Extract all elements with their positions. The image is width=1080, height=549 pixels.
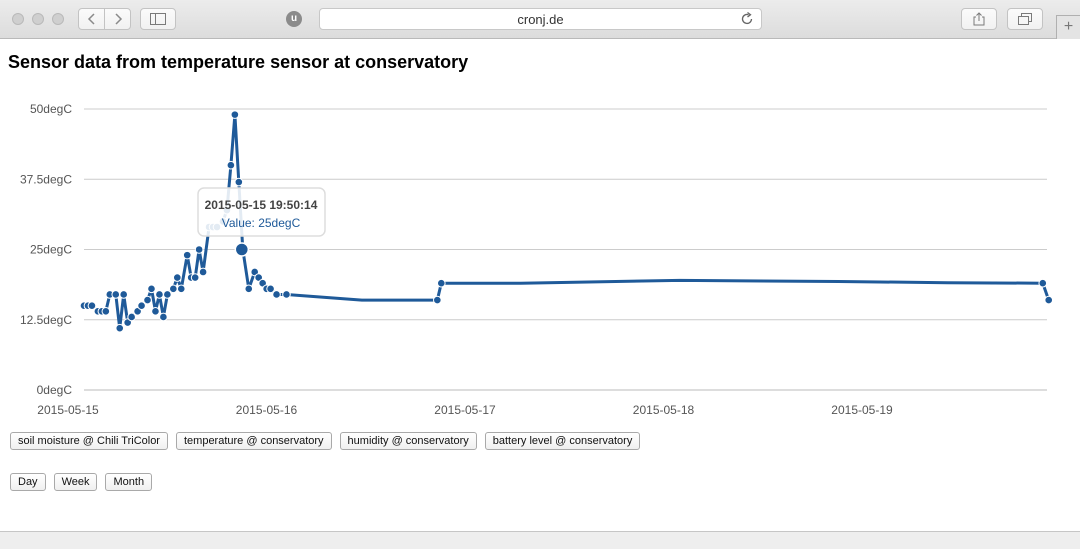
sensor-button-soil-moisture[interactable]: soil moisture @ Chili TriColor — [10, 432, 168, 450]
sensor-button-temperature[interactable]: temperature @ conservatory — [175, 432, 332, 450]
data-point — [272, 290, 281, 299]
data-point — [115, 323, 125, 333]
x-tick-label: 2015-05-16 — [236, 403, 298, 417]
data-point — [234, 177, 244, 187]
extension-u-icon[interactable]: u — [286, 11, 302, 27]
data-point — [119, 290, 128, 299]
share-icon — [973, 12, 985, 26]
y-tick-label: 12.5degC — [20, 313, 72, 327]
data-point — [182, 250, 192, 260]
data-point — [433, 295, 442, 305]
tabs-button[interactable] — [1007, 8, 1043, 30]
data-point — [147, 284, 156, 294]
data-point — [244, 284, 254, 294]
address-bar[interactable]: cronj.de — [319, 8, 762, 30]
x-tick-label: 2015-05-17 — [434, 403, 496, 417]
data-point — [437, 278, 446, 288]
data-point — [226, 160, 236, 170]
data-point — [190, 273, 200, 282]
sensor-button-humidity[interactable]: humidity @ conservatory — [339, 432, 477, 450]
new-tab-button[interactable]: + — [1056, 15, 1080, 39]
data-point — [1044, 295, 1054, 305]
tooltip-value: Value: 25degC — [222, 216, 301, 230]
y-tick-label: 25degC — [30, 243, 72, 257]
data-point — [87, 301, 97, 310]
chevron-right-icon — [114, 13, 122, 25]
data-point — [230, 110, 240, 119]
page-title: Sensor data from temperature sensor at c… — [8, 52, 469, 72]
url-text: cronj.de — [517, 12, 564, 27]
data-point — [163, 290, 172, 299]
range-button-day[interactable]: Day — [10, 473, 46, 491]
tabs-icon — [1018, 13, 1032, 25]
reload-icon[interactable] — [741, 12, 754, 26]
y-tick-label: 37.5degC — [20, 172, 72, 186]
data-point — [155, 290, 164, 299]
sidebar-icon — [150, 13, 166, 25]
data-point — [143, 295, 152, 305]
range-button-week[interactable]: Week — [53, 473, 98, 491]
data-point — [198, 267, 208, 277]
data-point — [1038, 278, 1048, 288]
plus-icon: + — [1063, 18, 1074, 35]
x-tick-label: 2015-05-18 — [633, 403, 695, 417]
minimize-window-button[interactable] — [32, 13, 44, 25]
data-point — [101, 307, 111, 316]
data-point — [282, 290, 291, 299]
y-tick-label: 50degC — [30, 102, 72, 116]
temperature-chart: 0degC 12.5degC 25degC 37.5degC 50degC 2015-05… — [20, 102, 1054, 417]
y-tick-label: 0degC — [37, 383, 73, 397]
browser-toolbar: u cronj.de — [0, 0, 1080, 39]
chevron-left-icon — [87, 13, 95, 25]
data-point — [159, 312, 168, 322]
x-tick-label: 2015-05-19 — [831, 403, 893, 417]
data-point — [137, 301, 146, 310]
x-tick-label: 2015-05-15 — [37, 403, 99, 417]
sidebar-button[interactable] — [140, 8, 176, 30]
back-button[interactable] — [78, 8, 105, 30]
zoom-window-button[interactable] — [52, 13, 64, 25]
forward-button[interactable] — [104, 8, 131, 30]
tooltip-title: 2015-05-15 19:50:14 — [205, 198, 318, 212]
data-point — [151, 307, 160, 316]
share-button[interactable] — [961, 8, 997, 30]
sensor-button-row: soil moisture @ Chili TriColor temperatu… — [10, 432, 641, 450]
data-point — [111, 290, 121, 299]
data-point — [169, 284, 178, 294]
close-window-button[interactable] — [12, 13, 24, 25]
range-button-month[interactable]: Month — [105, 473, 153, 491]
data-point — [194, 245, 204, 254]
status-bar — [0, 531, 1080, 549]
range-button-row: Day Week Month — [10, 473, 153, 491]
data-point — [176, 284, 186, 294]
data-point — [266, 284, 275, 294]
data-point — [127, 312, 136, 322]
data-point — [172, 273, 182, 282]
highlighted-data-point — [234, 242, 250, 257]
sensor-button-battery-level[interactable]: battery level @ conservatory — [484, 432, 641, 450]
